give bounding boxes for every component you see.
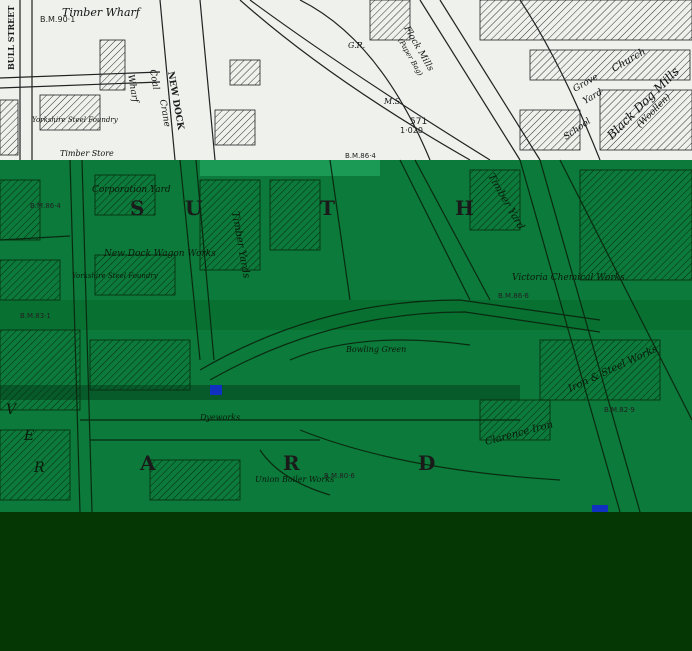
district-letter: A — [139, 451, 156, 475]
svg-text:New Dock Wagon Works: New Dock Wagon Works — [103, 249, 216, 259]
district-letter: U — [185, 196, 202, 220]
svg-text:Yorkshire Steel Foundry: Yorkshire Steel Foundry — [72, 272, 159, 280]
svg-text:B.M.86·6: B.M.86·6 — [498, 292, 529, 300]
svg-text:Union Boiler Works: Union Boiler Works — [255, 475, 334, 484]
ordnance-survey-map: Timber Wharf B.M.90·1 NEW DOCK Wharf Coa… — [0, 0, 692, 651]
svg-text:Dyeworks: Dyeworks — [199, 413, 240, 422]
svg-text:B.M.90·1: B.M.90·1 — [40, 15, 75, 24]
side-letter: E — [23, 428, 34, 444]
svg-text:B.M.83·1: B.M.83·1 — [20, 312, 51, 320]
glitch-mark — [210, 385, 222, 395]
district-letter: H — [455, 196, 474, 220]
dark-bottom-area — [0, 512, 692, 651]
svg-text:Yorkshire Steel Foundry: Yorkshire Steel Foundry — [32, 116, 119, 124]
svg-text:B.M.86·4: B.M.86·4 — [30, 202, 61, 210]
svg-text:B.M.82·9: B.M.82·9 — [604, 406, 635, 414]
svg-text:M.S: M.S — [383, 97, 401, 106]
district-letter: D — [418, 451, 435, 475]
svg-text:BULL STREET: BULL STREET — [6, 6, 16, 70]
district-letter: R — [283, 451, 300, 475]
svg-text:Bowling Green: Bowling Green — [345, 345, 406, 354]
svg-text:Corporation Yard: Corporation Yard — [92, 185, 171, 195]
svg-text:Timber Store: Timber Store — [60, 149, 114, 158]
side-letter: R — [33, 460, 45, 476]
svg-text:G.R.: G.R. — [348, 41, 365, 50]
svg-text:1·020: 1·020 — [400, 126, 423, 135]
district-letter: T — [320, 196, 335, 220]
svg-text:B.M.86·4: B.M.86·4 — [345, 152, 376, 160]
district-letter: S — [130, 196, 144, 220]
glitch-mark — [592, 505, 608, 513]
svg-text:Victoria Chemical Works: Victoria Chemical Works — [512, 273, 625, 283]
green-light-patch — [200, 160, 380, 176]
svg-text:B.M.80·6: B.M.80·6 — [324, 472, 355, 480]
